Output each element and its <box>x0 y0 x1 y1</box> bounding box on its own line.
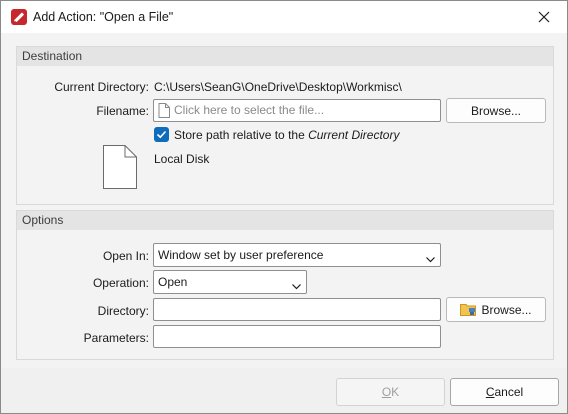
store-path-checkbox[interactable] <box>154 127 169 142</box>
directory-browse-label: Browse... <box>481 302 532 317</box>
open-in-select[interactable]: Window set by user preference <box>153 243 441 267</box>
check-icon <box>156 130 167 139</box>
local-disk-file-icon <box>101 145 138 192</box>
folder-icon <box>460 302 477 317</box>
destination-header: Destination <box>17 47 553 66</box>
operation-select[interactable]: Open <box>153 270 307 294</box>
filename-input[interactable]: Click here to select the file... <box>153 99 441 122</box>
filename-placeholder: Click here to select the file... <box>174 103 325 117</box>
location-label: Local Disk <box>154 152 210 166</box>
store-path-emphasis: Current Directory <box>308 128 400 142</box>
close-icon[interactable] <box>521 1 567 33</box>
store-path-label[interactable]: Store path relative to the Current Direc… <box>174 128 399 142</box>
options-header: Options <box>17 211 553 230</box>
chevron-down-icon <box>292 279 301 293</box>
add-action-dialog: Add Action: "Open a File" Destination Cu… <box>0 0 568 414</box>
cancel-button[interactable]: Cancel <box>450 378 559 406</box>
filename-browse-button[interactable]: Browse... <box>446 98 546 123</box>
directory-input[interactable] <box>153 298 441 321</box>
destination-group: Destination <box>16 46 554 205</box>
open-in-value: Window set by user preference <box>158 248 324 262</box>
filename-browse-label: Browse... <box>470 103 521 118</box>
directory-label: Directory: <box>97 304 149 318</box>
current-directory-value: C:\Users\SeanG\OneDrive\Desktop\Workmisc… <box>154 80 402 94</box>
operation-label: Operation: <box>92 276 149 290</box>
file-icon <box>158 103 170 121</box>
chevron-down-icon <box>426 252 435 266</box>
ok-button[interactable]: OK <box>336 378 445 406</box>
filename-label: Filename: <box>96 104 149 118</box>
store-path-text: Store path relative to the <box>174 128 305 142</box>
directory-browse-button[interactable]: Browse... <box>446 297 546 322</box>
parameters-input[interactable] <box>153 325 441 348</box>
current-directory-label: Current Directory: <box>54 80 149 94</box>
dialog-title: Add Action: "Open a File" <box>33 10 174 24</box>
title-bar: Add Action: "Open a File" <box>1 1 567 33</box>
open-in-label: Open In: <box>102 249 149 263</box>
pdf-app-icon <box>11 9 27 25</box>
cancel-label: Cancel <box>485 385 524 399</box>
operation-value: Open <box>158 275 188 289</box>
parameters-label: Parameters: <box>83 331 149 345</box>
ok-label: OK <box>381 385 400 399</box>
